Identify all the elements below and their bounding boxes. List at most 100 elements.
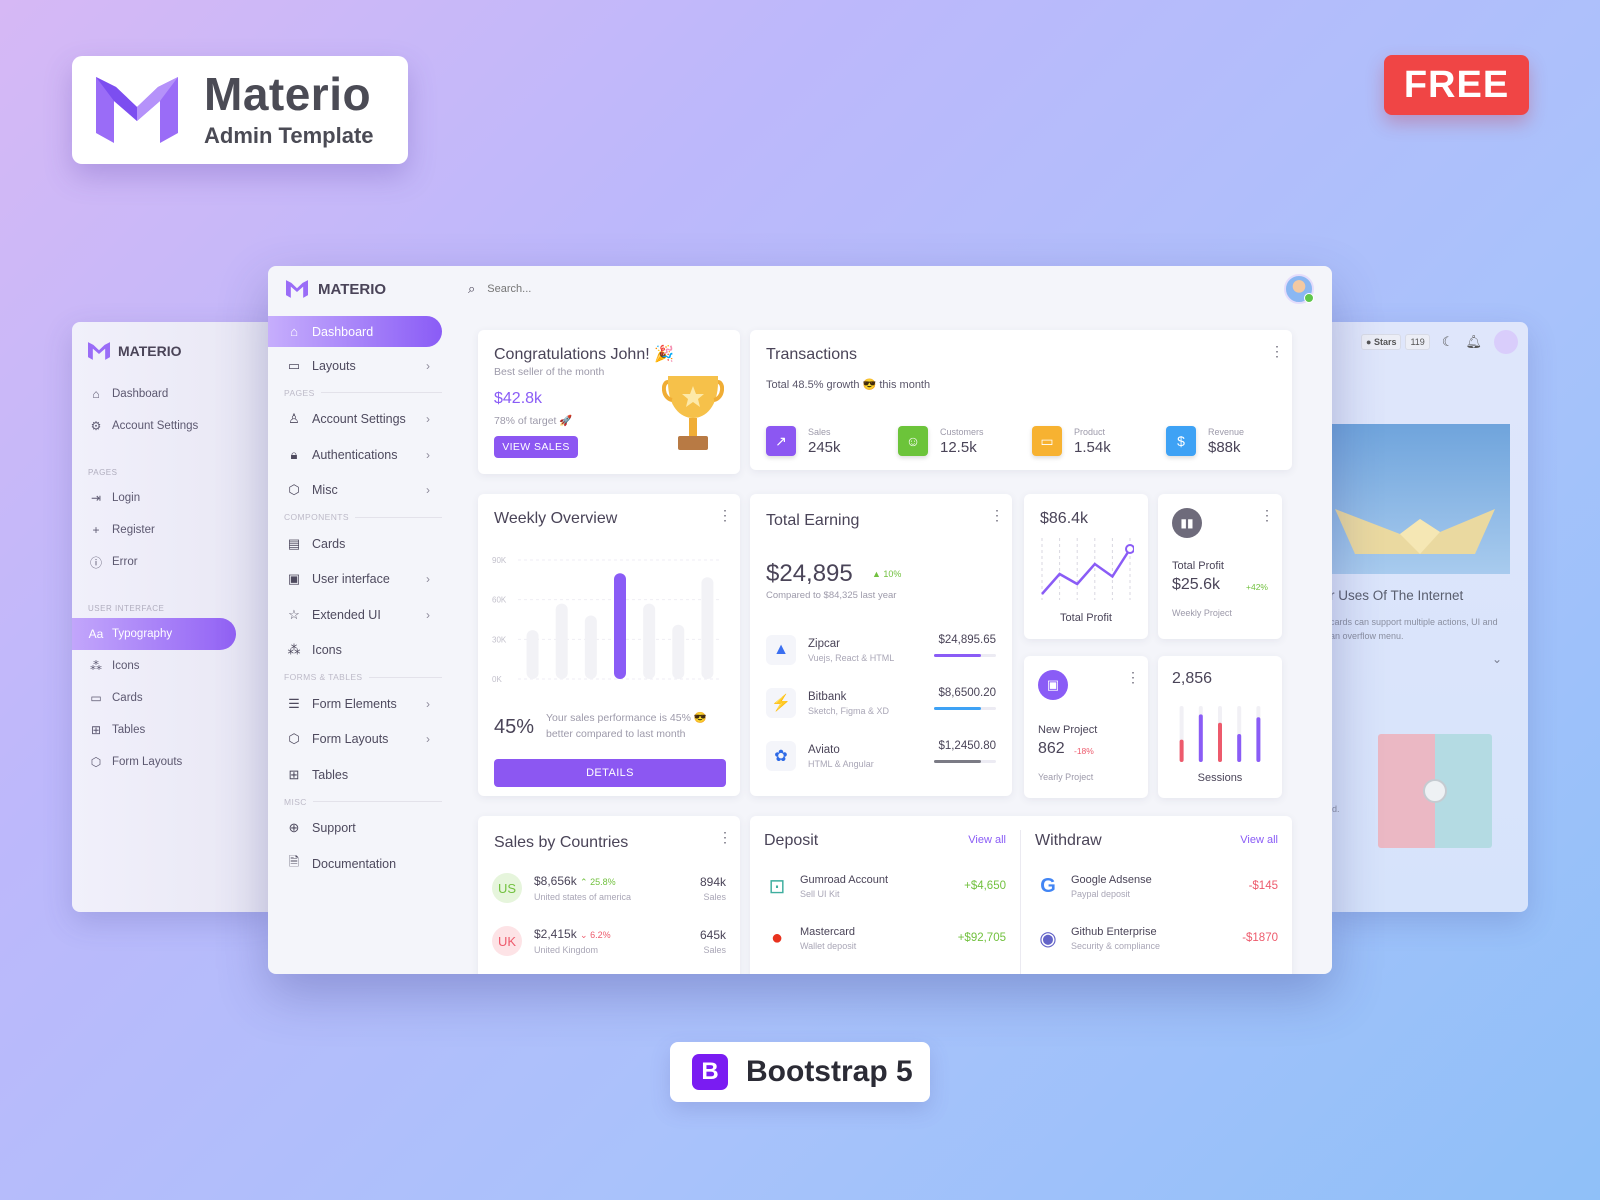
trend-up-icon: ⌃ 25.8% bbox=[580, 877, 616, 887]
sidebar-item-documentation[interactable]: 🗎︎ Documentation bbox=[268, 846, 448, 882]
transactions-card: Transactions ⋮ Total 48.5% growth 😎 this… bbox=[750, 330, 1292, 470]
back-nav-login[interactable]: ⇥ Login bbox=[72, 482, 272, 514]
expand-chevron-icon[interactable]: ⌄ bbox=[1492, 652, 1502, 666]
country-badge: US bbox=[492, 873, 522, 903]
card-icon: ▤ bbox=[287, 535, 301, 551]
more-menu-icon[interactable]: ⋮ bbox=[718, 830, 732, 844]
main-window: MATERIO ⌂ Dashboard ▭ Layouts › PAGES ♙ Acco… bbox=[268, 266, 1332, 974]
earning-title: Total Earning bbox=[766, 512, 860, 529]
weekly-bar bbox=[643, 603, 656, 679]
back-nav-tables[interactable]: ⊞ Tables bbox=[72, 714, 272, 746]
more-menu-icon[interactable]: ⋮ bbox=[990, 508, 1004, 522]
y-tick-label: 60K bbox=[492, 596, 507, 605]
total-profit-amount: $25.6k bbox=[1172, 576, 1221, 593]
avatar[interactable] bbox=[1494, 330, 1518, 354]
profit-line-card: $86.4k Total Profit bbox=[1024, 494, 1148, 639]
profit-line-amount: $86.4k bbox=[1040, 510, 1089, 527]
more-menu-icon[interactable]: ⋮ bbox=[718, 508, 732, 522]
deposit-withdraw-card: Deposit View all ⊡ Gumroad Account Sell U… bbox=[750, 816, 1292, 974]
transactions-title: Transactions bbox=[766, 346, 857, 363]
withdraw-view-all-link[interactable]: View all bbox=[1240, 834, 1278, 846]
user-icon: ☺ bbox=[898, 426, 928, 456]
back-card-title: r Uses Of The Internet bbox=[1330, 588, 1464, 603]
sidebar-item-authentications[interactable]: 🔒︎ Authentications › bbox=[268, 437, 448, 473]
back-nav-cards[interactable]: ▭ Cards bbox=[72, 682, 272, 714]
new-project-title: New Project bbox=[1038, 724, 1098, 736]
lifebuoy-icon: ⊕ bbox=[288, 820, 300, 836]
chevron-right-icon: › bbox=[426, 607, 430, 622]
back-content-panel: ● Stars 119 ☾ 🔔︎ r Uses Of The Internet … bbox=[1330, 322, 1528, 912]
back-topbar: ● Stars 119 ☾ 🔔︎ bbox=[1330, 322, 1528, 362]
more-menu-icon[interactable]: ⋮ bbox=[1260, 508, 1274, 522]
sessions-card: 2,856 Sessions bbox=[1158, 656, 1282, 798]
bell-icon[interactable]: 🔔︎ bbox=[1465, 334, 1482, 350]
weekly-bar bbox=[614, 573, 626, 679]
trophy-icon bbox=[662, 376, 724, 450]
sidebar-item-cards[interactable]: ▤ Cards bbox=[268, 526, 448, 562]
earning-row-zipcar: ▲ Zipcar Vuejs, React & HTML $24,895.65 bbox=[766, 630, 996, 670]
sidebar-item-user-interface[interactable]: ▣ User interface › bbox=[268, 562, 448, 598]
earning-compared: Compared to $84,325 last year bbox=[766, 590, 897, 601]
back-nav-account-settings[interactable]: ⚙ Account Settings bbox=[72, 410, 272, 442]
chevron-right-icon: › bbox=[426, 447, 430, 462]
section-components: COMPONENTS bbox=[268, 508, 448, 526]
more-menu-icon[interactable]: ⋮ bbox=[1126, 670, 1140, 684]
sidebar-item-support[interactable]: ⊕ Support bbox=[268, 811, 448, 847]
earning-change: ▲ 10% bbox=[872, 569, 902, 579]
details-button[interactable]: DETAILS bbox=[494, 759, 726, 787]
deposit-view-all-link[interactable]: View all bbox=[968, 834, 1006, 846]
back-nav-error[interactable]: ⓘ Error bbox=[72, 546, 272, 578]
search-input[interactable] bbox=[487, 283, 788, 295]
gumroad-logo-icon: ⊡ bbox=[768, 875, 786, 898]
cube-icon: ⬡ bbox=[288, 731, 300, 747]
withdraw-section: Withdraw View all G Google Adsense Paypal… bbox=[1021, 816, 1292, 974]
sidebar-item-icons[interactable]: ⁂ Icons bbox=[268, 633, 448, 669]
sidebar-item-dashboard[interactable]: ⌂ Dashboard bbox=[268, 316, 442, 347]
congrats-target: 78% of target 🚀 bbox=[494, 415, 573, 427]
star-icon: ☆ bbox=[288, 606, 300, 622]
view-sales-button[interactable]: VIEW SALES bbox=[494, 436, 578, 458]
sidebar-item-misc[interactable]: ⬡ Misc › bbox=[268, 473, 448, 509]
back-nav-dashboard[interactable]: ⌂ Dashboard bbox=[72, 378, 272, 410]
moon-icon[interactable]: ☾ bbox=[1442, 334, 1454, 350]
sidebar-item-tables[interactable]: ⊞ Tables bbox=[268, 757, 448, 793]
new-project-card: ▣ ⋮ New Project 862 -18% Yearly Project bbox=[1024, 656, 1148, 798]
sidebar-logo[interactable]: MATERIO bbox=[268, 266, 448, 312]
github-stars-button[interactable]: ● Stars 119 bbox=[1361, 334, 1430, 350]
back-nav-icons[interactable]: ⁂ Icons bbox=[72, 650, 272, 682]
alert-circle-icon: ⓘ bbox=[89, 555, 102, 570]
back-nav-register[interactable]: + Register bbox=[72, 514, 272, 546]
user-avatar[interactable] bbox=[1284, 274, 1314, 304]
new-project-amount: 862 bbox=[1038, 740, 1065, 757]
sidebar-item-form-elements[interactable]: ☰ Form Elements › bbox=[268, 686, 448, 722]
session-bar bbox=[1179, 739, 1184, 762]
stat-customers: ☺ Customers 12.5k bbox=[898, 426, 984, 456]
bar-chart-icon: ▮▮ bbox=[1172, 508, 1202, 538]
total-profit-change: +42% bbox=[1246, 582, 1268, 592]
profit-line-label: Total Profit bbox=[1060, 612, 1112, 624]
congratulations-card: Congratulations John! 🎉 Best seller of t… bbox=[478, 330, 740, 474]
total-earning-card: Total Earning ⋮ $24,895 ▲ 10% Compared t… bbox=[750, 494, 1012, 796]
github-icon: ● Stars bbox=[1361, 334, 1402, 350]
sidebar-item-form-layouts[interactable]: ⬡ Form Layouts › bbox=[268, 722, 448, 758]
sidebar-item-account-settings[interactable]: ♙ Account Settings › bbox=[268, 402, 448, 438]
sidebar-item-layouts[interactable]: ▭ Layouts › bbox=[268, 348, 448, 384]
earning-amount: $24,895 bbox=[766, 560, 853, 587]
new-project-change: -18% bbox=[1074, 746, 1094, 756]
back-nav-typography[interactable]: Aa Typography bbox=[72, 618, 236, 650]
user-icon: ♙ bbox=[288, 411, 300, 427]
back-nav-form-layouts[interactable]: ⬡ Form Layouts bbox=[72, 746, 272, 778]
materio-logo-icon bbox=[88, 342, 110, 360]
home-icon: ⌂ bbox=[92, 387, 100, 401]
sidebar-item-extended-ui[interactable]: ☆ Extended UI › bbox=[268, 597, 448, 633]
chevron-right-icon: › bbox=[426, 483, 430, 498]
back-sidebar-logo: MATERIO bbox=[72, 336, 272, 366]
total-profit-title: Total Profit bbox=[1172, 560, 1224, 572]
total-profit-sub: Weekly Project bbox=[1172, 608, 1232, 618]
sales-by-countries-card: Sales by Countries ⋮ US $8,656k ⌃ 25.8% … bbox=[478, 816, 740, 974]
more-menu-icon[interactable]: ⋮ bbox=[1270, 344, 1284, 358]
weekly-desc: Your sales performance is 45% 😎 better c… bbox=[546, 712, 707, 740]
profit-end-point bbox=[1125, 544, 1134, 554]
search-icon[interactable]: ⌕ bbox=[468, 281, 475, 297]
form-icon: ☰ bbox=[288, 695, 300, 711]
